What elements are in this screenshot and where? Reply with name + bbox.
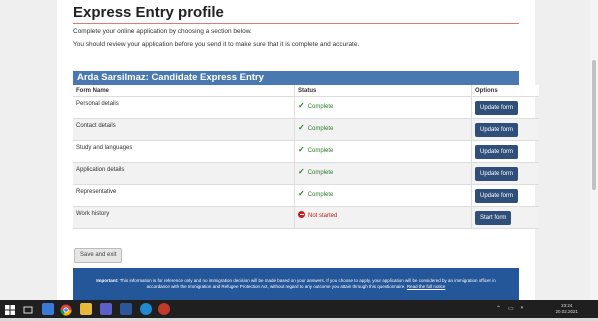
save-and-exit-button[interactable]: Save and exit	[74, 248, 123, 263]
check-icon: ✓	[298, 145, 305, 154]
teams-icon[interactable]	[100, 303, 112, 315]
clock-date: 20.02.2021	[555, 309, 578, 314]
panel-title: Arda Sarsilmaz: Candidate Express Entry	[73, 71, 519, 85]
table-row: Representative ✓ Complete Update form	[73, 184, 539, 207]
options-cell: Update form	[471, 140, 539, 163]
review-text: You should review your application befor…	[73, 41, 360, 48]
table-row: Work history Not started Start form	[73, 206, 539, 229]
update-form-button[interactable]: Update form	[475, 144, 519, 159]
table-row: Study and languages ✓ Complete Update for…	[73, 140, 539, 163]
read-full-notice-link[interactable]: Read the full notice	[407, 284, 446, 289]
status-cell: ✓ Complete	[294, 96, 472, 119]
status-label: Not started	[308, 213, 338, 219]
important-notice: Important: This information is for refer…	[73, 268, 519, 300]
chrome-icon[interactable]	[60, 303, 72, 316]
file-explorer-icon[interactable]	[42, 303, 54, 315]
not-started-icon	[298, 211, 305, 218]
options-cell: Update form	[471, 184, 539, 207]
update-form-button[interactable]: Update form	[475, 166, 519, 181]
check-icon: ✓	[298, 101, 305, 110]
table-row: Application details ✓ Complete Update for…	[73, 162, 539, 185]
status-label: Complete	[307, 148, 334, 154]
page-title: Express Entry profile	[73, 4, 224, 21]
folder-icon[interactable]	[80, 303, 92, 315]
options-cell: Start form	[471, 206, 539, 229]
check-icon: ✓	[298, 123, 305, 132]
app-icon[interactable]	[158, 303, 170, 315]
check-icon: ✓	[298, 167, 305, 176]
status-cell: ✓ Complete	[294, 162, 472, 185]
table-row: Personal details ✓ Complete Update form	[73, 96, 539, 119]
options-cell: Update form	[471, 96, 539, 119]
forms-table: Form Name Status Options Personal detail…	[73, 85, 539, 229]
status-label: Complete	[307, 192, 334, 198]
column-header-status: Status	[294, 85, 472, 97]
update-form-button[interactable]: Update form	[475, 122, 519, 137]
status-label: Complete	[307, 104, 334, 110]
options-cell: Update form	[471, 162, 539, 185]
status-cell: ✓ Complete	[294, 118, 472, 141]
check-icon: ✓	[298, 189, 305, 198]
update-form-button[interactable]: Update form	[475, 100, 519, 115]
status-cell: ✓ Complete	[294, 140, 472, 163]
status-cell: Not started	[294, 206, 472, 229]
update-form-button[interactable]: Update form	[475, 188, 519, 203]
clock[interactable]: 23:24 20.02.2021	[555, 303, 578, 315]
chevron-up-icon[interactable]: ⌃	[496, 305, 501, 312]
page-content: Express Entry profile Complete your onli…	[57, 0, 539, 300]
form-name: Representative	[73, 184, 295, 207]
column-header-options: Options	[471, 85, 539, 97]
windows-icon[interactable]	[4, 303, 16, 315]
table-row: Contact details ✓ Complete Update form	[73, 118, 539, 141]
form-name: Personal details	[73, 96, 295, 119]
windows-taskbar: ⌃ ▭ ◖ 23:24 20.02.2021	[0, 300, 598, 318]
form-name: Contact details	[73, 118, 295, 141]
page-scrollbar[interactable]	[590, 0, 598, 300]
edge-icon[interactable]	[140, 303, 152, 315]
status-label: Complete	[307, 170, 334, 176]
system-tray: ⌃ ▭ ◖ 23:24 20.02.2021	[490, 302, 580, 316]
column-header-form: Form Name	[73, 85, 295, 97]
volume-icon[interactable]: ◖	[520, 305, 524, 311]
word-icon[interactable]	[120, 303, 132, 315]
notice-label: Important:	[96, 278, 119, 283]
application-panel: Arda Sarsilmaz: Candidate Express Entry …	[73, 71, 539, 229]
status-label: Complete	[307, 126, 334, 132]
form-name: Study and languages	[73, 140, 295, 163]
start-form-button[interactable]: Start form	[475, 210, 512, 225]
title-divider	[73, 23, 519, 24]
browser-viewport: Express Entry profile Complete your onli…	[0, 0, 598, 300]
options-cell: Update form	[471, 118, 539, 141]
network-icon[interactable]: ▭	[508, 305, 514, 312]
form-name: Work history	[73, 206, 295, 229]
scrollbar-thumb[interactable]	[592, 60, 596, 190]
task-view-icon[interactable]	[22, 303, 34, 315]
status-cell: ✓ Complete	[294, 184, 472, 207]
intro-text: Complete your online application by choo…	[73, 28, 252, 35]
form-name: Application details	[73, 162, 295, 185]
